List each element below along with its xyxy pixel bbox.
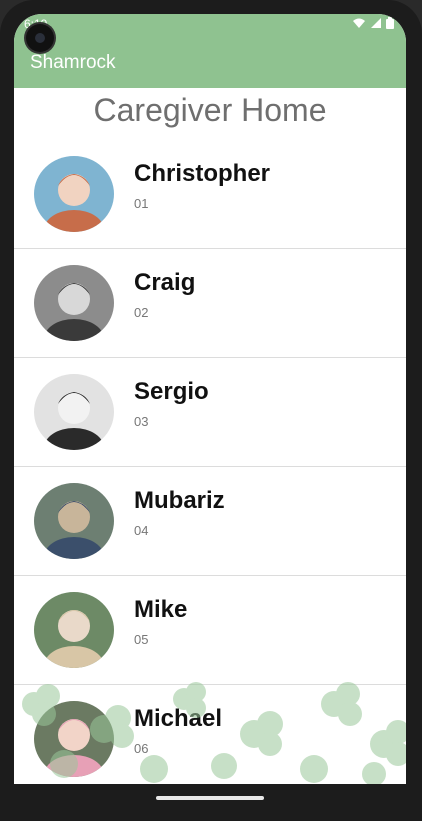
phone-frame: 6:19 Shamrock Caregiver Home — [0, 0, 422, 821]
app-bar: 6:19 Shamrock — [14, 14, 406, 88]
avatar — [34, 592, 114, 668]
caregiver-number: 02 — [134, 305, 149, 320]
caregiver-name: Mubariz — [134, 487, 225, 514]
caregiver-name: Christopher — [134, 160, 271, 187]
page-title: Caregiver Home — [93, 92, 327, 128]
caregiver-number: 01 — [134, 196, 149, 211]
person-icon — [34, 701, 114, 777]
avatar — [34, 265, 114, 341]
caregiver-number: 05 — [134, 632, 149, 647]
person-icon — [34, 592, 114, 668]
status-icons — [352, 17, 394, 29]
app-title: Shamrock — [30, 52, 116, 73]
list-item[interactable]: Michael 06 — [14, 685, 406, 784]
caregiver-name: Mike — [134, 596, 188, 623]
front-camera — [26, 24, 54, 52]
wifi-icon — [353, 18, 365, 28]
caregiver-number: 06 — [134, 741, 149, 756]
list-item[interactable]: Mubariz 04 — [14, 467, 406, 576]
list-item[interactable]: Craig 02 — [14, 249, 406, 358]
status-bar: 6:19 — [14, 14, 406, 36]
caregiver-name: Michael — [134, 705, 223, 732]
person-icon — [34, 374, 114, 450]
avatar — [34, 483, 114, 559]
avatar — [34, 374, 114, 450]
caregiver-name: Craig — [134, 269, 196, 296]
battery-icon — [386, 17, 394, 29]
caregiver-number: 03 — [134, 414, 149, 429]
avatar — [34, 156, 114, 232]
person-icon — [34, 483, 114, 559]
list-item[interactable]: Sergio 03 — [14, 358, 406, 467]
avatar — [34, 701, 114, 777]
list-item[interactable]: Christopher 01 — [14, 140, 406, 249]
caregiver-number: 04 — [134, 523, 149, 538]
signal-icon — [371, 18, 381, 28]
home-gesture-handle[interactable] — [156, 796, 264, 800]
person-icon — [34, 265, 114, 341]
list-item[interactable]: Mike 05 — [14, 576, 406, 685]
navigation-bar — [0, 784, 422, 821]
screen: 6:19 Shamrock Caregiver Home — [14, 14, 406, 784]
caregiver-name: Sergio — [134, 378, 209, 405]
caregiver-list: Christopher 01 Craig 02 Sergio 03 Mubariz 04 Mik… — [14, 140, 406, 784]
person-icon — [34, 156, 114, 232]
